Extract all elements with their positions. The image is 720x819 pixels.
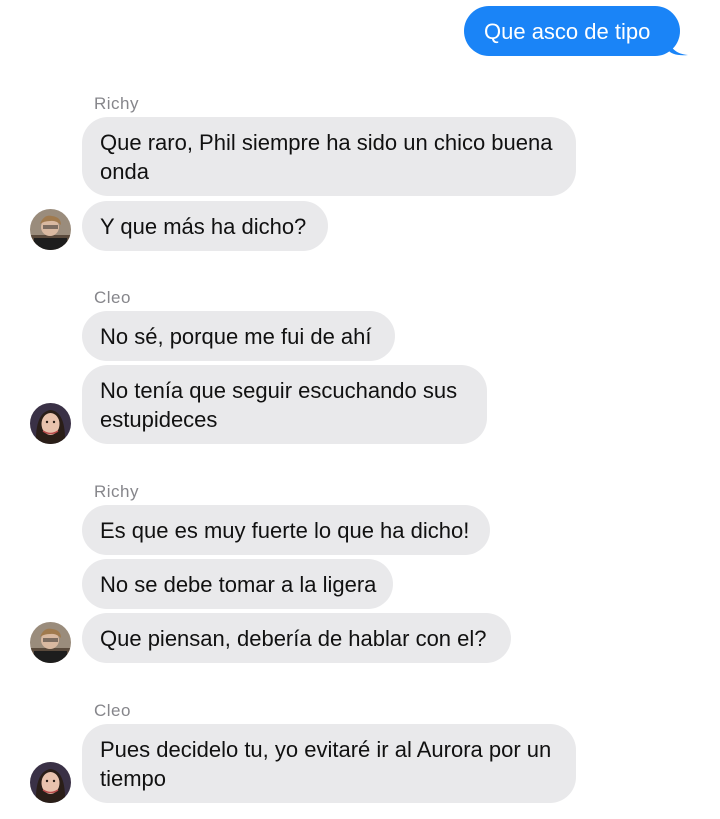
incoming-message-bubble[interactable]: Es que es muy fuerte lo que ha dicho!	[82, 505, 490, 555]
message-text: No tenía que seguir escuchando sus estup…	[100, 378, 458, 432]
sender-name: Richy	[94, 482, 140, 501]
incoming-message-bubble[interactable]: No tenía que seguir escuchando sus estup…	[82, 365, 487, 444]
sender-name: Cleo	[94, 288, 131, 307]
sender-name: Cleo	[94, 701, 131, 720]
cleo-avatar[interactable]	[30, 762, 71, 803]
bubble-tail-icon	[668, 38, 688, 56]
incoming-message-bubble[interactable]: No se debe tomar a la ligera	[82, 559, 393, 609]
message-text: Y que más ha dicho?	[100, 214, 307, 239]
message-text: Pues decidelo tu, yo evitaré ir al Auror…	[100, 737, 552, 791]
incoming-message-bubble[interactable]: Que raro, Phil siempre ha sido un chico …	[82, 117, 576, 196]
incoming-message-bubble[interactable]: Pues decidelo tu, yo evitaré ir al Auror…	[82, 724, 576, 803]
message-text: Es que es muy fuerte lo que ha dicho!	[100, 518, 470, 543]
person-avatar-icon	[30, 209, 71, 250]
message-text: Que asco de tipo	[484, 19, 651, 44]
richy-avatar[interactable]	[30, 209, 71, 250]
cleo-avatar[interactable]	[30, 403, 71, 444]
outgoing-message-bubble[interactable]: Que asco de tipo	[464, 6, 680, 56]
message-text: No se debe tomar a la ligera	[100, 572, 377, 597]
incoming-message-bubble[interactable]: No sé, porque me fui de ahí	[82, 311, 395, 361]
sender-name: Richy	[94, 94, 140, 113]
message-text: Que piensan, debería de hablar con el?	[100, 626, 487, 651]
person-avatar-icon	[30, 762, 71, 803]
incoming-message-bubble[interactable]: Que piensan, debería de hablar con el?	[82, 613, 511, 663]
message-text: Que raro, Phil siempre ha sido un chico …	[100, 130, 553, 184]
incoming-message-bubble[interactable]: Y que más ha dicho?	[82, 201, 328, 251]
person-avatar-icon	[30, 622, 71, 663]
richy-avatar[interactable]	[30, 622, 71, 663]
person-avatar-icon	[30, 403, 71, 444]
message-text: No sé, porque me fui de ahí	[100, 324, 372, 349]
